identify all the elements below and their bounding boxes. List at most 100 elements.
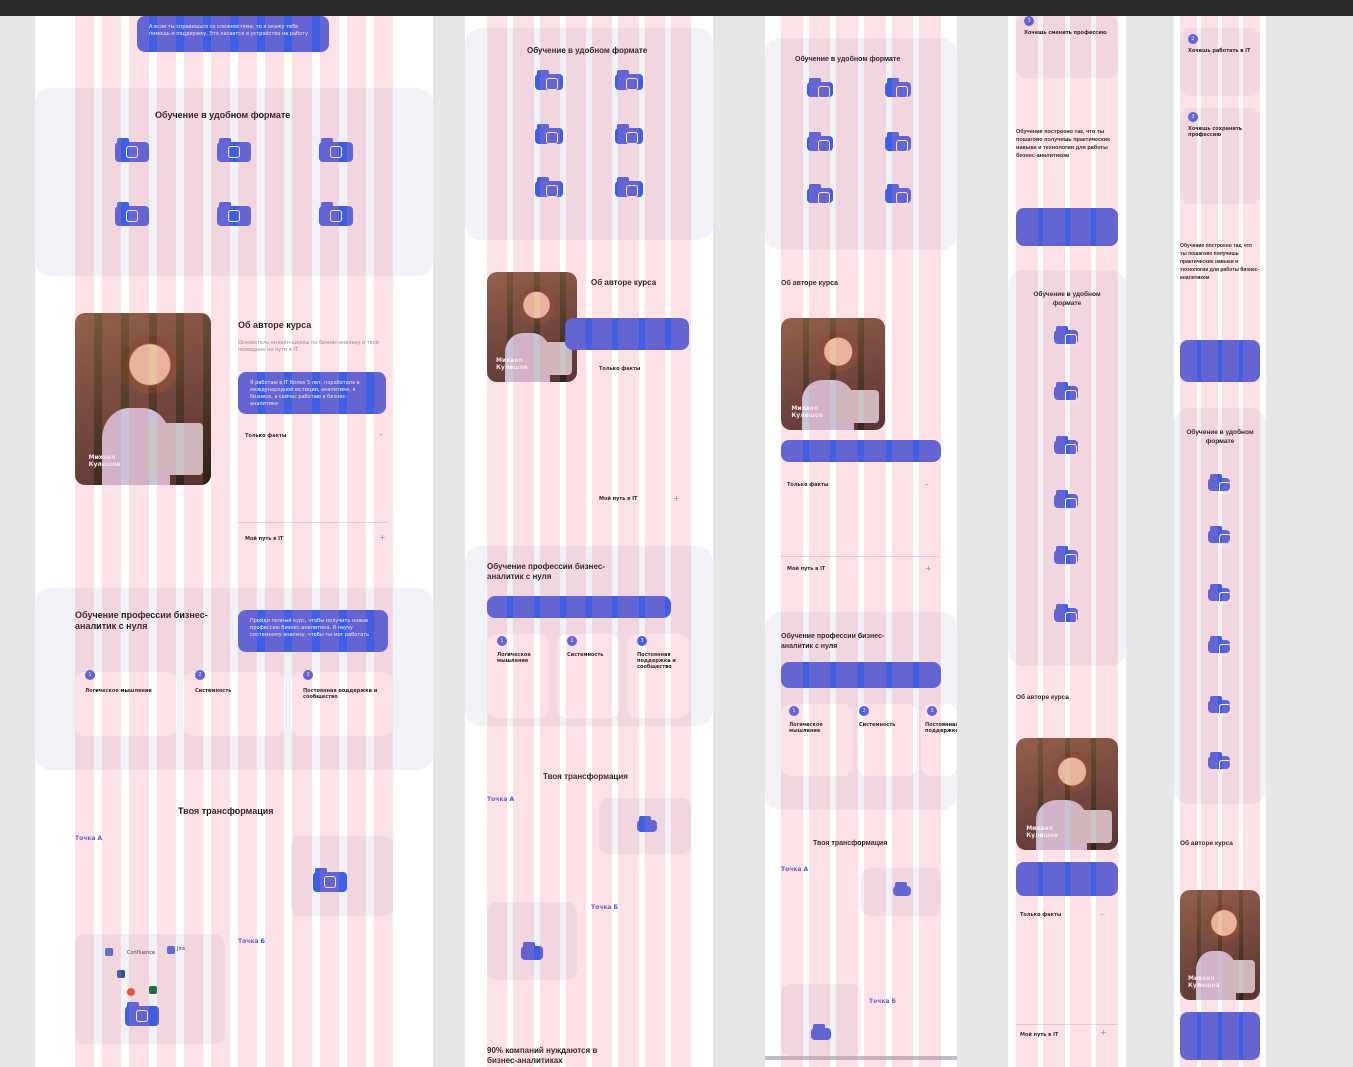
folder-icon [885,78,911,98]
folder-icon [1208,696,1231,716]
path-label[interactable]: Мой путь в IT [245,536,283,542]
raise-label: Хочешь сохранить профессию [1188,126,1242,138]
frame-desktop[interactable]: А если ты справишься со сложностями, то … [35,16,433,1067]
expand-icon[interactable]: + [925,564,932,573]
collapse-icon[interactable]: – [379,430,383,439]
profession-title: Обучение профессии бизнес-аналитик с нул… [781,633,885,650]
folder-icon [521,942,543,960]
folder-icon [637,816,657,832]
profession-quote: Пройди полный курс, чтобы получить новые… [238,610,388,652]
folder-icon [115,138,149,162]
frame-tablet[interactable]: Обучение в удобном формате Михаил Кулешо… [465,16,713,1067]
path-label[interactable]: Мой путь в IT [1020,1032,1058,1038]
point-b: Точка Б [238,938,266,945]
frame-scrollbar[interactable] [765,1056,957,1060]
folder-icon [535,177,563,197]
skill-title: Системность [567,652,604,658]
step-number: 3 [637,636,647,646]
skill-title: Системность [195,688,232,694]
author-photo: Михаил Кулешов [75,313,211,485]
path-label[interactable]: Мой путь в IT [599,496,637,502]
divider [238,522,388,523]
photo-caption: Михаил Кулешов [1188,975,1220,989]
skill-title: Логическое мышление [497,652,531,664]
folder-icon [615,70,643,90]
folder-icon [319,202,353,226]
tools-card [487,902,577,980]
author-photo: Михаил Кулешов [1016,738,1118,850]
collapse-icon[interactable]: – [1100,910,1104,919]
transform-title: Твоя трансформация [543,772,628,781]
folder-icon [535,124,563,144]
facts-label[interactable]: Только факты [1020,912,1061,918]
folder-icon [1054,436,1078,456]
transform-title: Твоя трансформация [813,840,888,847]
folder-icon [125,1002,159,1026]
step-number: 3 [303,670,313,680]
point-a: Точка А [781,866,809,873]
step-number: 1 [85,670,95,680]
built-quote [1016,208,1118,246]
author-photo: Михаил Кулешов [1180,890,1260,1000]
author-quote [1016,862,1118,896]
folder-icon [1208,752,1231,772]
format-title: Обучение в удобном формате [795,56,901,63]
folder-icon [1208,526,1231,546]
point-a: Точка А [487,796,515,803]
facts-label[interactable]: Только факты [245,433,286,439]
point-b: Точка Б [869,998,897,1005]
frame-tablet-small[interactable]: Обучение в удобном формате Об авторе кур… [765,16,957,1067]
facts-label[interactable]: Только факты [787,482,828,488]
step-number: 3 [927,706,937,716]
author-subtitle: Основатель онлайн-школы по бизнес-анализ… [238,340,379,353]
folder-icon [1054,382,1078,402]
skill-title: Логическое мышление [789,722,823,734]
word-icon [117,970,125,978]
skill-card [487,634,549,718]
path-label[interactable]: Мой путь в IT [787,566,825,572]
facts-label[interactable]: Только факты [599,366,640,372]
jira-icon [167,946,175,954]
built-quote [1180,340,1260,382]
frame-mobile-narrow[interactable]: 2 Хочешь работать в IT 3 Хочешь сохранит… [1174,16,1266,1067]
author-title: Об авторе курса [781,280,838,287]
author-quote [1180,1012,1260,1060]
tools-card [781,984,861,1056]
divider [781,556,941,557]
skill-title: Логическое мышление [85,688,152,694]
editor-topbar [0,0,1353,16]
skill-card [627,634,689,718]
folder-icon [615,177,643,197]
folder-icon [1054,546,1078,566]
step-number: 2 [567,636,577,646]
skill-card [75,672,177,736]
folder-icon [217,138,251,162]
point-a: Точка А [75,835,103,842]
photo-caption: Михаил Кулешов [88,453,121,468]
folder-icon [807,132,833,152]
step-number: 2 [1188,34,1198,44]
folder-icon [217,202,251,226]
divider [1016,1024,1118,1025]
frame-mobile[interactable]: 3 Хочешь сменить профессию Обучение пост… [1008,16,1126,1067]
excel-icon [149,986,157,994]
skill-title: Постоянная поддержка и сообщество [303,688,378,700]
expand-icon[interactable]: + [379,533,386,542]
step-number: 1 [789,706,799,716]
folder-icon [313,868,347,892]
skill-card [557,634,619,718]
folder-icon [811,1024,831,1040]
author-quote [781,440,941,462]
built-title: Обучение построено так, что ты пошагово … [1016,129,1111,159]
skill-card [291,672,393,736]
format-title: Обучение в удобном формате [1033,291,1101,307]
author-photo: Михаил Кулешов [487,272,577,382]
step-number: 3 [1188,112,1198,122]
expand-icon[interactable]: + [1100,1028,1107,1037]
work-it: Хочешь работать в IT [1188,48,1251,54]
profession-quote [781,662,941,688]
expand-icon[interactable]: + [673,494,680,503]
confluence-icon [105,948,113,956]
tool-label: Confluence [127,950,156,956]
collapse-icon[interactable]: – [925,480,929,489]
